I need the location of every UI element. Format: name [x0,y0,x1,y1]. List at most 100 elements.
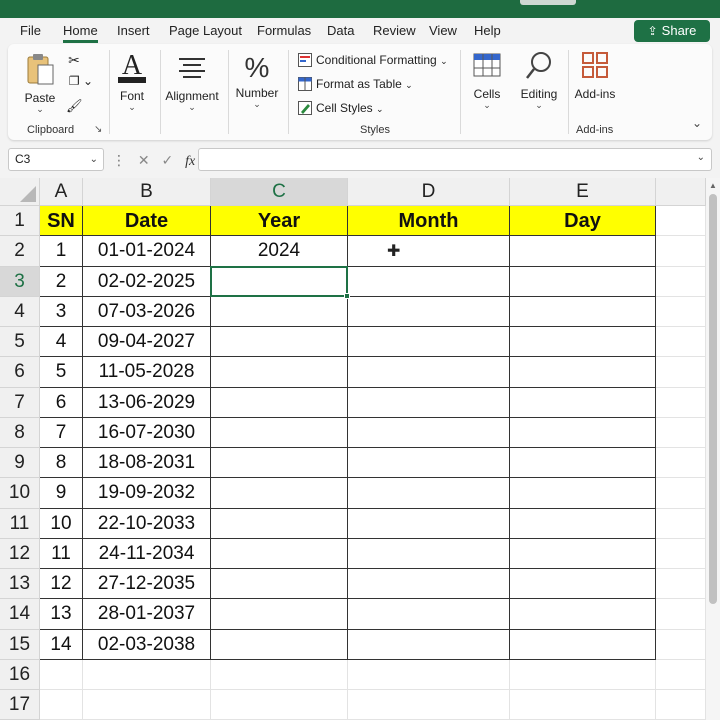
insert-function-button[interactable]: fx [185,154,195,169]
vertical-scrollbar[interactable]: ▲ [706,178,720,720]
cell-f12[interactable] [656,538,706,569]
cell-styles-button[interactable]: Cell Styles ⌄ [298,98,384,118]
cell-e2[interactable] [510,236,656,267]
cell-f8[interactable] [656,417,706,448]
cut-button[interactable]: ✂ [66,52,82,69]
cell-f9[interactable] [656,448,706,479]
row-header-9[interactable]: 9 [0,448,40,479]
tab-page-layout[interactable]: Page Layout [169,23,242,43]
cell-f17[interactable] [656,690,706,720]
conditional-formatting-button[interactable]: Conditional Formatting ⌄ [298,50,448,70]
cell-d6[interactable] [348,357,510,388]
tab-file[interactable]: File [20,23,41,43]
collapse-ribbon-icon[interactable]: ⌄ [692,116,702,130]
formula-input[interactable]: ⌄ [198,148,712,171]
table-header-cell[interactable]: Month [348,206,510,237]
cell-c11[interactable] [211,508,348,539]
tab-help[interactable]: Help [474,23,501,43]
row-header-16[interactable]: 16 [0,659,40,690]
cell-d9[interactable] [348,448,510,479]
cell-c17[interactable] [211,690,348,720]
cell-a9[interactable]: 8 [40,448,83,479]
alignment-button[interactable]: Alignment ⌄ [164,52,220,112]
cells-button[interactable]: Cells ⌄ [468,50,506,110]
copy-button[interactable]: ❐ ⌄ [66,74,96,88]
row-header-2[interactable]: 2 [0,236,40,267]
cell-c12[interactable] [211,538,348,569]
paste-button[interactable]: Paste ⌄ [22,52,58,114]
column-header-a[interactable]: A [40,178,83,206]
cell-b3[interactable]: 02-02-2025 [83,266,211,297]
cell-f4[interactable] [656,296,706,327]
cell-e9[interactable] [510,448,656,479]
cell-e15[interactable] [510,629,656,660]
cell-d15[interactable] [348,629,510,660]
cell-c10[interactable] [211,478,348,509]
cell-c7[interactable] [211,387,348,418]
cell-d12[interactable] [348,538,510,569]
row-header-15[interactable]: 15 [0,629,40,660]
cell-f16[interactable] [656,659,706,690]
cell-d8[interactable] [348,417,510,448]
cell-e16[interactable] [510,659,656,690]
cell-c16[interactable] [211,659,348,690]
column-header-b[interactable]: B [83,178,211,206]
cell-e8[interactable] [510,417,656,448]
cell-a3[interactable]: 2 [40,266,83,297]
enter-icon[interactable]: ✓ [162,152,174,168]
row-header-6[interactable]: 6 [0,357,40,388]
cell-b10[interactable]: 19-09-2032 [83,478,211,509]
cell-d2[interactable] [348,236,510,267]
select-all-corner[interactable] [0,178,40,206]
cell-d14[interactable] [348,599,510,630]
table-header-cell[interactable]: Day [510,206,656,237]
row-header-12[interactable]: 12 [0,538,40,569]
row-header-7[interactable]: 7 [0,387,40,418]
dialog-launcher-icon[interactable]: ↘ [94,124,102,135]
row-header-1[interactable]: 1 [0,206,40,237]
cell-a8[interactable]: 7 [40,417,83,448]
cell-f11[interactable] [656,508,706,539]
cell-f13[interactable] [656,569,706,600]
cell-a10[interactable]: 9 [40,478,83,509]
cell-d13[interactable] [348,569,510,600]
cell-c2[interactable]: 2024 [211,236,348,267]
format-as-table-button[interactable]: Format as Table ⌄ [298,74,413,94]
cell-e17[interactable] [510,690,656,720]
cell-b14[interactable]: 28-01-2037 [83,599,211,630]
cell-a4[interactable]: 3 [40,296,83,327]
cell-a2[interactable]: 1 [40,236,83,267]
column-header-c[interactable]: C [211,178,348,206]
cell-b12[interactable]: 24-11-2034 [83,538,211,569]
cell-a6[interactable]: 5 [40,357,83,388]
column-header-e[interactable]: E [510,178,656,206]
cell-d17[interactable] [348,690,510,720]
more-options-icon[interactable]: ⋮ [112,152,126,168]
cell-b11[interactable]: 22-10-2033 [83,508,211,539]
cell-a11[interactable]: 10 [40,508,83,539]
cell-b5[interactable]: 09-04-2027 [83,327,211,358]
column-header-d[interactable]: D [348,178,510,206]
scrollbar-thumb[interactable] [709,194,717,604]
expand-formula-bar-icon[interactable]: ⌄ [697,152,705,163]
cell-e7[interactable] [510,387,656,418]
cell-a17[interactable] [40,690,83,720]
number-button[interactable]: % Number ⌄ [232,52,282,109]
cell-b9[interactable]: 18-08-2031 [83,448,211,479]
row-header-17[interactable]: 17 [0,690,40,720]
cell-d7[interactable] [348,387,510,418]
cell-d10[interactable] [348,478,510,509]
cell-e4[interactable] [510,296,656,327]
cell-a12[interactable]: 11 [40,538,83,569]
cell-c6[interactable] [211,357,348,388]
scroll-up-icon[interactable]: ▲ [709,181,717,190]
cell-d16[interactable] [348,659,510,690]
cell-f15[interactable] [656,629,706,660]
editing-button[interactable]: Editing ⌄ [516,50,562,110]
tab-view[interactable]: View [429,23,457,43]
cell-e3[interactable] [510,266,656,297]
cell-c8[interactable] [211,417,348,448]
font-button[interactable]: A Font ⌄ [114,50,150,112]
cell-b7[interactable]: 13-06-2029 [83,387,211,418]
worksheet-grid[interactable]: A B C D E 1 SN Date Year Month Day 2 1 01-01-2024 2024… [0,178,706,720]
